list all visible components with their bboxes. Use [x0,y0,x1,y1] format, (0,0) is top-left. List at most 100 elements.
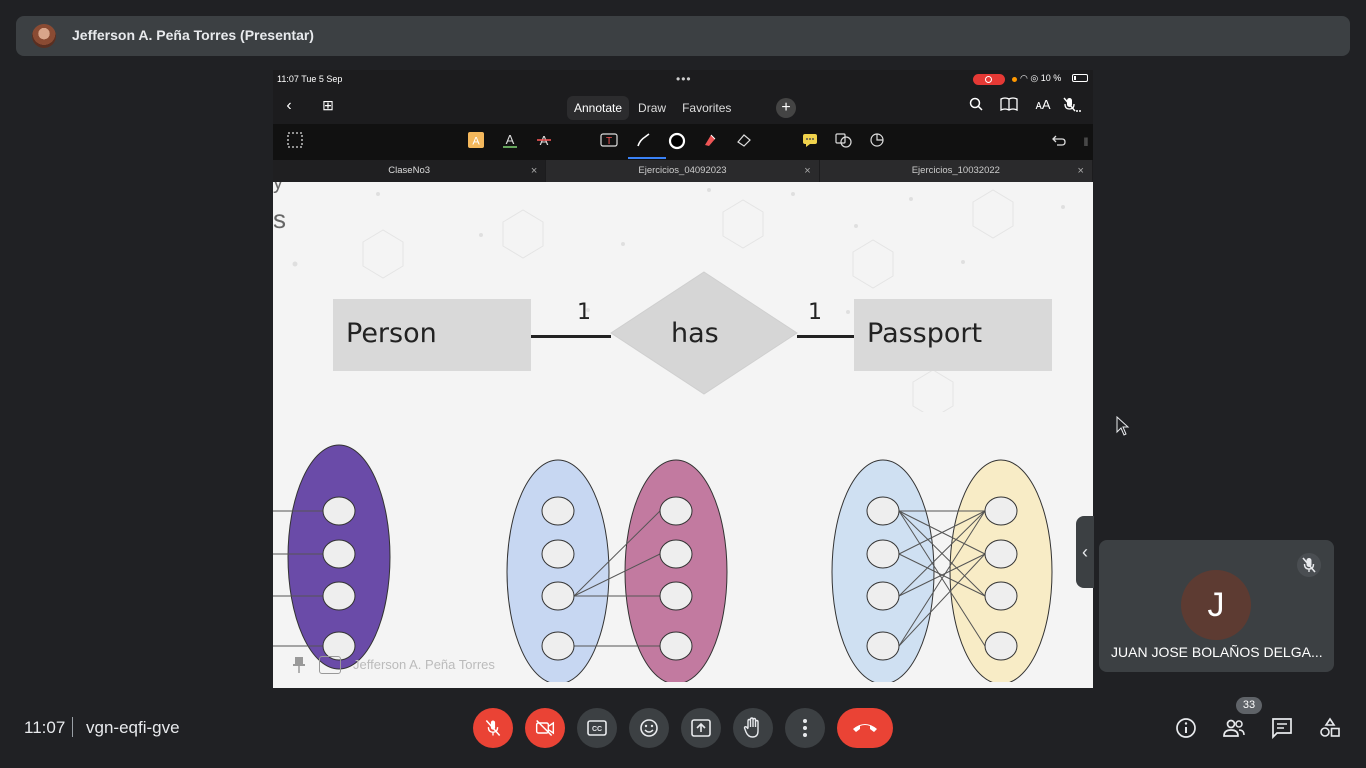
more-options-button[interactable] [785,708,825,748]
underline-text-icon[interactable]: A [500,132,520,152]
page-text-fragment: s [273,204,286,234]
multitasking-dots-icon: ••• [676,72,692,86]
meeting-time: 11:07 [24,718,66,737]
page-text-fragment: y [273,182,283,194]
cardinality-mapping-diagram [273,444,1053,682]
shapes-icon[interactable] [834,132,854,152]
highlighter-icon[interactable] [700,132,720,152]
presenter-bar: Jefferson A. Peña Torres (Presentar) [16,16,1350,56]
undo-icon[interactable] [1049,132,1069,152]
close-icon[interactable]: × [1078,160,1084,182]
mic-indicator-icon [1012,77,1017,82]
relationship-label: has [671,318,719,349]
activities-button[interactable] [1318,716,1342,740]
participant-name: JUAN JOSE BOLAÑOS DELGA... [1111,644,1323,660]
divider [72,717,73,737]
presenter-watermark: Jefferson A. Peña Torres [293,652,593,682]
pen-color-icon[interactable] [667,132,687,152]
people-button[interactable] [1222,716,1246,740]
camera-toggle-button[interactable] [525,708,565,748]
close-icon[interactable]: × [804,160,810,182]
grid-view-icon[interactable]: ⊞ [317,97,339,114]
participant-tile[interactable]: J JUAN JOSE BOLAÑOS DELGA... [1099,540,1334,672]
ipad-status-time: 11:07 Tue 5 Sep [277,74,343,84]
add-icon[interactable]: + [776,98,796,118]
doc-tab-label: Ejercicios_04092023 [638,165,727,176]
participant-avatar: J [1181,570,1251,640]
svg-text:CC: CC [592,726,602,733]
raise-hand-button[interactable] [733,708,773,748]
back-icon[interactable]: ‹ [278,97,300,115]
entity-label: Passport [867,318,983,349]
watermark-presenter-name: Jefferson A. Peña Torres [353,657,495,672]
battery-icon [1072,74,1088,82]
doc-tab-label: Ejercicios_10032022 [911,165,1000,176]
pin-icon[interactable] [293,656,309,679]
text-box-icon[interactable]: T [599,132,619,152]
collapse-panel-button[interactable]: ‹ [1076,516,1094,588]
doc-tab-ejercicios-2023[interactable]: Ejercicios_04092023 × [546,160,820,182]
svg-text:T: T [606,136,612,147]
wifi-icon: ◠ ◎ [1020,73,1041,83]
tab-draw[interactable]: Draw [631,96,673,120]
more-vert-icon [803,719,807,737]
one-to-one-set [273,444,391,670]
reactions-button[interactable] [629,708,669,748]
screen-recording-icon [973,74,1005,85]
captions-button[interactable]: CC [577,708,617,748]
hand-icon [743,717,759,738]
shared-screen: 11:07 Tue 5 Sep ••• ◠ ◎ 10 % ‹ ⊞ Annotat… [273,70,1093,688]
text-size-icon[interactable]: ᴀA [1032,97,1054,112]
mic-off-icon [485,720,501,736]
closed-captions-icon: CC [587,720,607,736]
entity-passport: Passport [854,299,1052,371]
many-to-many-set [831,459,1053,682]
search-icon[interactable] [965,97,987,116]
presenter-avatar [32,24,56,48]
svg-text:A: A [472,136,480,148]
emoji-icon [640,719,658,737]
battery-percent: 10 % [1040,73,1062,83]
strikethrough-text-icon[interactable]: A [534,132,554,152]
ipad-nav-row: ‹ ⊞ Annotate Draw Favorites + ᴀA [273,94,1093,124]
doc-tab-ejercicios-2022[interactable]: Ejercicios_10032022 × [820,160,1093,182]
cardinality-label: 1 [577,300,591,325]
tab-annotate[interactable]: Annotate [567,96,630,120]
lasso-icon[interactable] [867,132,887,152]
one-to-many-set [506,459,728,682]
leave-call-button[interactable] [837,708,893,748]
document-page[interactable]: y s Person 1 has 1 Passport Jefferson A.… [273,182,1093,688]
present-now-button[interactable] [681,708,721,748]
tab-favorites[interactable]: Favorites [675,96,738,120]
toolbar-handle-icon[interactable]: ‖ [1076,132,1093,152]
connector-line [531,335,611,338]
presenter-name: Jefferson A. Peña Torres (Presentar) [72,27,314,43]
close-icon[interactable]: × [531,160,537,182]
hang-up-icon [853,724,877,732]
mic-off-icon[interactable] [1061,97,1083,118]
select-rectangle-icon[interactable] [285,132,305,152]
camera-off-icon [535,719,555,737]
meeting-details-button[interactable] [1174,716,1198,740]
activities-icon [1320,717,1340,737]
comment-icon[interactable] [800,132,820,152]
people-icon [1223,719,1245,737]
doc-tab-clase[interactable]: ClaseNo3 × [273,160,547,182]
highlight-text-icon[interactable]: A [466,132,486,152]
eraser-icon[interactable] [734,132,754,152]
svg-text:A: A [506,132,515,147]
microphone-toggle-button[interactable] [473,708,513,748]
cardinality-label: 1 [808,300,822,325]
annotation-toolbar: A A A T [273,124,1093,160]
document-tabs: ClaseNo3 × Ejercicios_04092023 × Ejercic… [273,160,1093,182]
chat-button[interactable] [1270,716,1294,740]
pen-icon[interactable] [634,132,654,152]
doc-tab-label: ClaseNo3 [388,165,431,176]
present-screen-icon[interactable] [319,656,341,674]
mouse-cursor-icon [1116,416,1130,436]
book-icon[interactable] [998,97,1020,116]
info-icon [1176,718,1196,738]
participant-count-badge: 33 [1236,697,1262,714]
connector-line [797,335,855,338]
present-screen-icon [691,719,711,737]
